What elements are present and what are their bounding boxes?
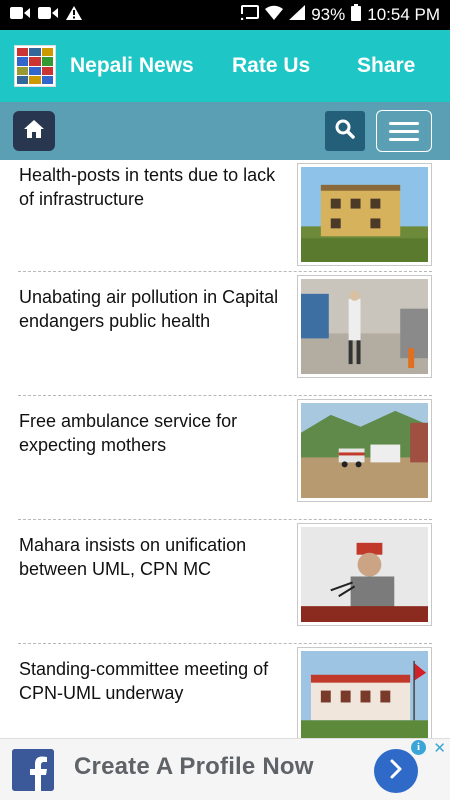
app-logo[interactable] [14,45,56,87]
warning-icon [66,5,82,25]
news-title[interactable]: Unabating air pollution in Capital endan… [19,285,279,333]
signal-icon [289,5,306,25]
video-icon [10,6,30,25]
news-title[interactable]: Standing-committee meeting of CPN-UML un… [19,657,279,705]
cast-icon [240,5,260,25]
clock: 10:54 PM [367,5,440,24]
toolbar [0,102,450,160]
status-right: 93% 10:54 PM [240,4,440,26]
menu-icon-bar [389,129,419,133]
app-title: Nepali News [70,54,194,77]
news-title[interactable]: Health-posts in tents due to lack of inf… [19,163,279,211]
search-button[interactable] [325,111,365,151]
chevron-right-icon [388,758,404,785]
news-item[interactable]: Free ambulance service for expecting mot… [18,396,432,520]
news-thumbnail[interactable] [297,163,432,266]
news-thumbnail[interactable] [297,399,432,502]
status-bar: 93% 10:54 PM [0,0,450,30]
battery-icon [351,4,362,26]
ad-info-icon[interactable]: i [411,740,426,755]
battery-percent: 93% [311,5,346,24]
ad-headline[interactable]: Create A Profile Now [74,753,314,781]
wifi-icon [265,5,284,25]
menu-icon-bar [389,137,419,141]
rate-us-button[interactable]: Rate Us [232,54,310,78]
camera-icon [38,6,58,25]
ad-banner[interactable]: Create A Profile Now i ✕ [0,738,450,800]
app-bar: Nepali News Rate Us Share [0,30,450,102]
facebook-logo-icon [12,749,54,791]
menu-button[interactable] [376,110,432,152]
news-thumbnail[interactable] [297,523,432,626]
news-thumbnail[interactable] [297,275,432,378]
home-icon [24,119,44,143]
search-icon [335,119,355,144]
news-item[interactable]: Unabating air pollution in Capital endan… [18,272,432,396]
status-left-icons [10,5,82,25]
news-item[interactable]: Mahara insists on unification between UM… [18,520,432,644]
news-item[interactable]: Health-posts in tents due to lack of inf… [18,160,432,272]
news-title[interactable]: Free ambulance service for expecting mot… [19,409,279,457]
news-thumbnail[interactable] [297,647,432,738]
menu-icon-bar [389,121,419,125]
ad-close-icon[interactable]: ✕ [433,739,446,757]
news-list: Health-posts in tents due to lack of inf… [0,160,450,738]
home-button[interactable] [13,111,55,151]
news-title[interactable]: Mahara insists on unification between UM… [19,533,279,581]
news-item[interactable]: Standing-committee meeting of CPN-UML un… [18,644,432,738]
share-button[interactable]: Share [357,54,415,78]
ad-cta-button[interactable] [374,749,418,793]
